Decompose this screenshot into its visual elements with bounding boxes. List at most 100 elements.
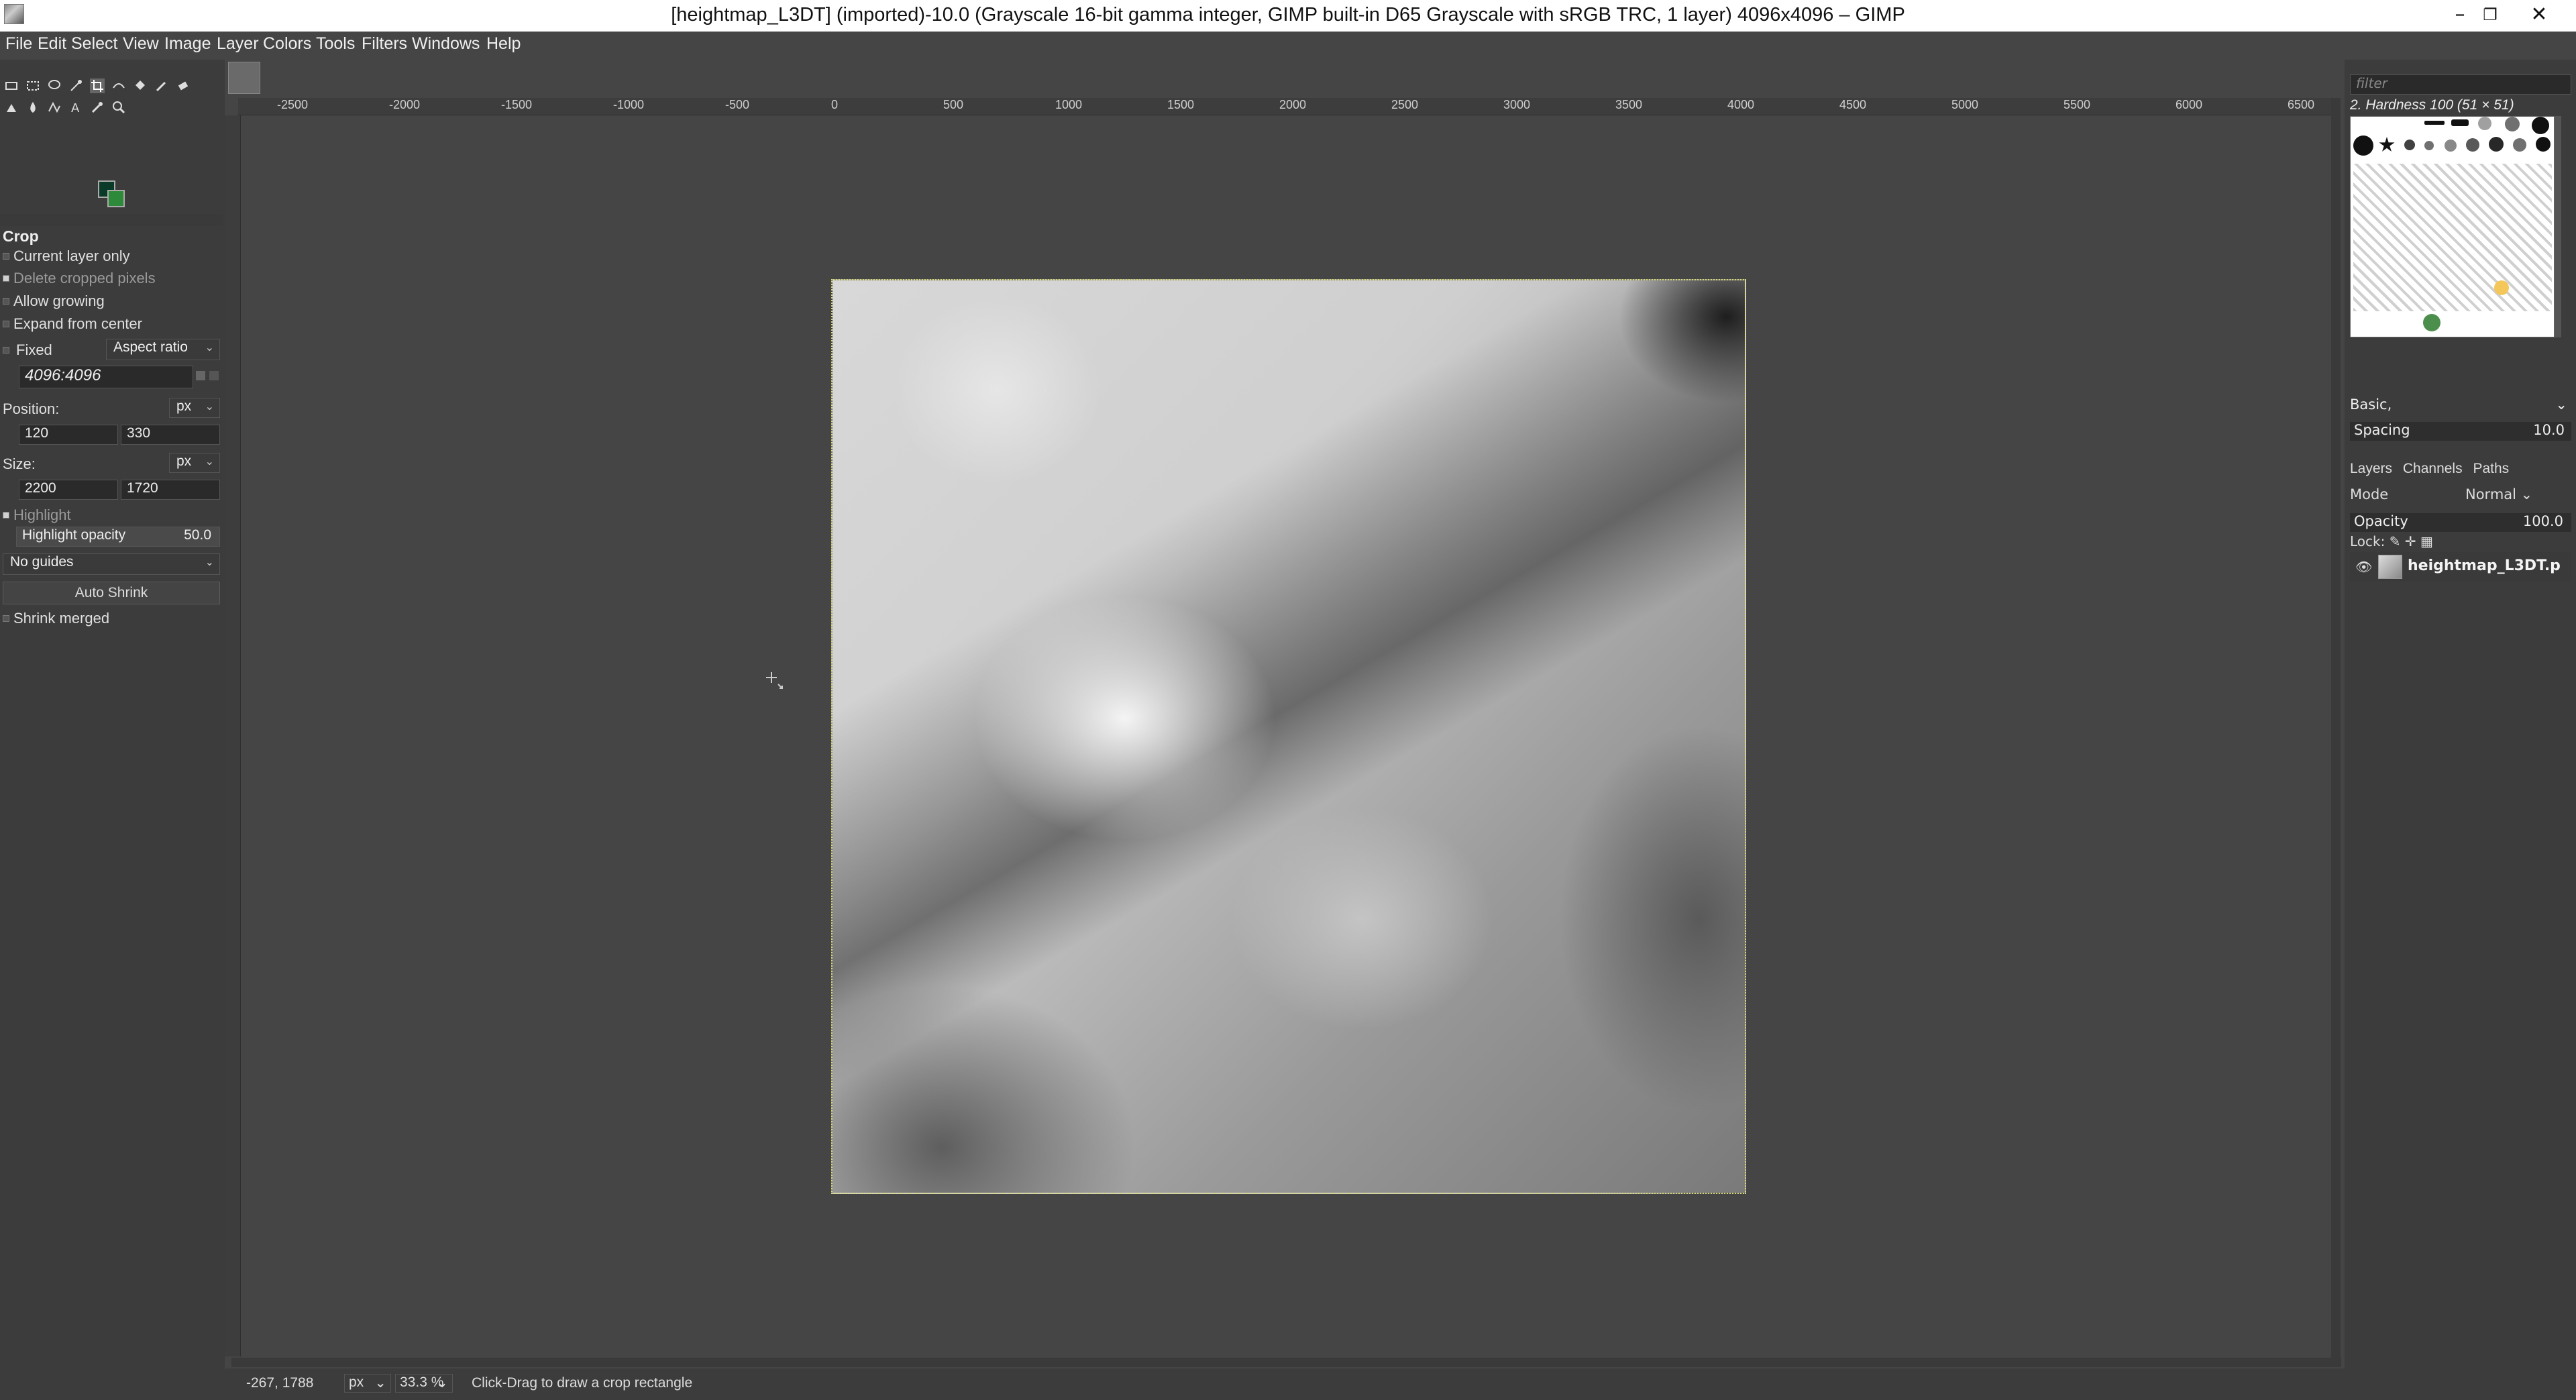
layer-mode-select[interactable]: Normal ⌄ — [2460, 486, 2540, 505]
brush-item[interactable] — [2466, 138, 2479, 152]
lock-alpha-icon[interactable]: ▦ — [2420, 533, 2433, 549]
vertical-scrollbar[interactable] — [2331, 98, 2341, 1358]
visibility-eye-icon[interactable]: 👁 — [2355, 559, 2372, 575]
brush-item[interactable] — [2353, 136, 2373, 156]
status-unit-select[interactable]: px ⌄ — [344, 1374, 391, 1393]
green-pepper-brush-icon[interactable] — [2423, 314, 2440, 331]
close-button[interactable]: ✕ — [2502, 0, 2576, 32]
paint-bucket-icon[interactable] — [133, 78, 148, 93]
heightmap-image[interactable] — [831, 279, 1746, 1194]
tab-channels[interactable]: Channels — [2403, 461, 2463, 477]
delete-cropped-pixels-checkbox[interactable]: Delete cropped pixels — [0, 270, 156, 287]
brush-item[interactable] — [2513, 138, 2526, 152]
menu-edit[interactable]: Edit — [38, 34, 66, 54]
auto-shrink-button[interactable]: Auto Shrink — [3, 582, 220, 604]
brush-item[interactable] — [2536, 137, 2551, 152]
brush-item[interactable] — [2489, 137, 2504, 152]
tab-layers[interactable]: Layers — [2350, 461, 2392, 477]
tab-paths[interactable]: Paths — [2473, 461, 2509, 477]
position-x-input[interactable]: 120 — [19, 425, 118, 445]
chevron-down-icon: ⌄ — [205, 401, 214, 413]
brush-item[interactable] — [2424, 141, 2434, 150]
expand-from-center-checkbox[interactable]: Expand from center — [0, 315, 142, 333]
menu-tools[interactable]: Tools — [316, 34, 355, 54]
menu-windows[interactable]: Windows — [412, 34, 480, 54]
lasso-icon[interactable] — [47, 78, 62, 93]
checkbox-box — [3, 275, 9, 282]
warp-tool-icon[interactable] — [111, 78, 126, 93]
menu-layer[interactable]: Layer — [217, 34, 259, 54]
ruler-label: 4000 — [1727, 98, 1755, 111]
brush-item[interactable] — [2505, 117, 2520, 131]
star-brush-icon[interactable] — [2379, 137, 2395, 152]
checkbox-box — [3, 298, 9, 305]
zoom-tool-icon[interactable] — [111, 100, 126, 115]
path-tool-icon[interactable] — [47, 100, 62, 115]
brush-grid-scrollbar[interactable] — [2555, 116, 2561, 337]
brush-item[interactable] — [2478, 117, 2491, 130]
fixed-mode-select[interactable]: Aspect ratio ⌄ — [106, 339, 220, 360]
crop-tool-icon[interactable] — [90, 78, 105, 93]
image-tab-thumbnail[interactable] — [228, 62, 260, 94]
paintbrush-icon[interactable] — [154, 78, 169, 93]
portrait-icon[interactable] — [196, 371, 205, 380]
smudge-icon[interactable] — [25, 100, 40, 115]
layer-opacity-slider[interactable]: Opacity 100.0 — [2350, 513, 2571, 532]
menu-select[interactable]: Select — [71, 34, 117, 54]
brush-preset-select[interactable]: Basic, ⌄ — [2350, 396, 2571, 415]
aspect-ratio-input[interactable]: 4096:4096 — [19, 366, 193, 388]
ruler-label: 500 — [943, 98, 964, 111]
shrink-merged-checkbox[interactable]: Shrink merged — [0, 610, 109, 627]
menu-filters[interactable]: Filters — [362, 34, 407, 54]
fg-bg-colors[interactable] — [98, 180, 126, 209]
brush-item[interactable] — [2451, 119, 2469, 126]
highlight-checkbox[interactable]: Highlight — [0, 506, 71, 524]
highlight-opacity-label: Highlight opacity — [22, 527, 126, 543]
menu-file[interactable]: File — [5, 34, 32, 54]
fixed-checkbox[interactable]: Fixed — [0, 341, 52, 359]
text-tool-icon[interactable]: A — [68, 100, 83, 115]
vertical-ruler[interactable] — [225, 115, 241, 1356]
size-unit-select[interactable]: px ⌄ — [169, 453, 220, 473]
lock-pixels-icon[interactable]: ✎ — [2390, 533, 2401, 549]
layer-row[interactable]: 👁 heightmap_L3DT.p — [2350, 552, 2571, 582]
horizontal-ruler[interactable]: -2500 -2000 -1500 -1000 -500 0 500 1000 … — [238, 98, 2338, 115]
horizontal-scrollbar[interactable] — [231, 1358, 2341, 1367]
fuzzy-select-icon[interactable] — [68, 78, 83, 93]
lock-position-icon[interactable]: ✛ — [2405, 533, 2416, 549]
zoom-select[interactable]: 33.3 % ⌄ — [395, 1374, 453, 1393]
rect-select-icon[interactable] — [25, 78, 40, 93]
size-height-input[interactable]: 1720 — [121, 480, 220, 500]
brush-textures-area[interactable] — [2353, 164, 2552, 311]
brush-item[interactable] — [2494, 280, 2509, 295]
brush-grid[interactable] — [2350, 116, 2555, 337]
color-picker-icon[interactable] — [90, 100, 105, 115]
menu-image[interactable]: Image — [164, 34, 211, 54]
move-tool-icon[interactable] — [4, 78, 19, 93]
brush-spacing-slider[interactable]: Spacing 10.0 — [2350, 422, 2571, 441]
brush-item[interactable] — [2424, 121, 2445, 125]
tool-options-tabstrip — [0, 214, 223, 226]
guides-select[interactable]: No guides ⌄ — [3, 553, 220, 575]
current-layer-only-checkbox[interactable]: Current layer only — [0, 248, 130, 265]
eraser-icon[interactable] — [176, 78, 191, 93]
brush-filter-input[interactable]: filter — [2350, 74, 2571, 95]
background-color-swatch[interactable] — [107, 190, 125, 207]
brush-item[interactable] — [2404, 140, 2415, 150]
current-layer-only-label: Current layer only — [13, 248, 130, 264]
highlight-opacity-slider[interactable]: Highlight opacity 50.0 — [16, 527, 220, 547]
chevron-down-icon: ⌄ — [205, 456, 214, 468]
landscape-icon[interactable] — [209, 371, 219, 380]
clone-tool-icon[interactable] — [4, 100, 19, 115]
ruler-label: 2500 — [1391, 98, 1419, 111]
brush-item[interactable] — [2532, 117, 2549, 134]
allow-growing-checkbox[interactable]: Allow growing — [0, 292, 105, 310]
menu-help[interactable]: Help — [486, 34, 521, 54]
size-width-input[interactable]: 2200 — [19, 480, 118, 500]
layer-name: heightmap_L3DT.p — [2408, 557, 2561, 574]
menu-colors[interactable]: Colors — [263, 34, 311, 54]
position-unit-select[interactable]: px ⌄ — [169, 398, 220, 418]
position-y-input[interactable]: 330 — [121, 425, 220, 445]
menu-view[interactable]: View — [123, 34, 159, 54]
brush-item[interactable] — [2445, 140, 2457, 152]
